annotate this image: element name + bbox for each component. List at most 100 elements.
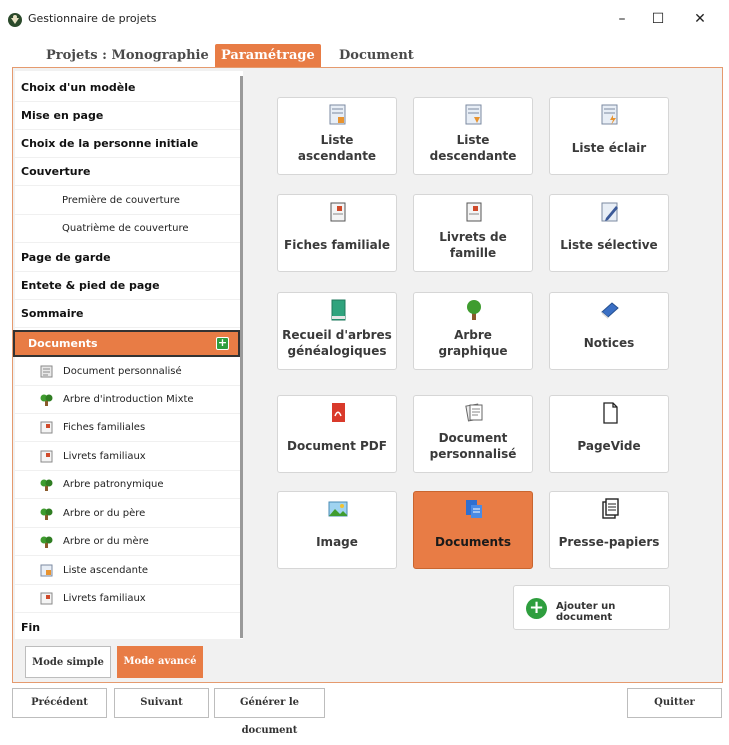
card-liste-eclair[interactable]: Liste éclair xyxy=(549,97,669,175)
card-label: Liste éclair xyxy=(571,141,647,155)
card-document-pdf[interactable]: Document PDF xyxy=(277,395,397,473)
card-liste-ascendante[interactable]: Liste ascendante xyxy=(277,97,397,175)
sidebar-item-arbre-intro-mixte[interactable]: Arbre d'introduction Mixte xyxy=(15,386,240,414)
list-icon xyxy=(40,564,53,577)
sidebar-item-couverture[interactable]: Couverture xyxy=(15,158,240,186)
sidebar-item-label: Arbre or du père xyxy=(63,508,146,519)
sidebar-item-documents[interactable]: Documents + xyxy=(13,330,240,357)
card-image[interactable]: Image xyxy=(277,491,397,569)
sidebar-item-choix-modele[interactable]: Choix d'un modèle xyxy=(15,74,240,102)
title-bar: Gestionnaire de projets – ☐ ✕ xyxy=(0,0,729,40)
minimize-button[interactable]: – xyxy=(604,6,640,32)
sidebar-item-label: Documents xyxy=(28,337,98,350)
card-notices[interactable]: Notices xyxy=(549,292,669,370)
sidebar-item-livrets-familiaux[interactable]: Livrets familiaux xyxy=(15,443,240,471)
sidebar-item-liste-ascendante[interactable]: Liste ascendante xyxy=(15,557,240,585)
card-liste-descendante[interactable]: Liste descendante xyxy=(413,97,533,175)
sidebar-item-fin[interactable]: Fin xyxy=(15,614,240,639)
card-label: Arbre graphique xyxy=(438,328,508,358)
maximize-button[interactable]: ☐ xyxy=(640,6,676,32)
family-book-icon xyxy=(466,202,482,222)
add-icon[interactable]: + xyxy=(216,337,229,350)
card-presse-papiers[interactable]: Presse-papiers xyxy=(549,491,669,569)
card-document-personnalise[interactable]: Document personnalisé xyxy=(413,395,533,473)
card-label: Presse-papiers xyxy=(558,535,660,549)
card-label: Fiches familiale xyxy=(284,238,390,252)
card-label: Liste descendante xyxy=(429,133,517,163)
card-pagevide[interactable]: PageVide xyxy=(549,395,669,473)
sidebar-item-fiches-familiales[interactable]: Fiches familiales xyxy=(15,414,240,442)
card-livrets-de-famille[interactable]: Livrets de famille xyxy=(413,194,533,272)
documents-icon xyxy=(466,500,482,518)
family-sheet-icon xyxy=(40,421,53,434)
sidebar-item-label: Liste ascendante xyxy=(63,565,149,576)
sidebar-item-document-personnalise[interactable]: Document personnalisé xyxy=(15,358,240,386)
plus-circle-icon: + xyxy=(526,598,547,619)
sidebar-item-arbre-or-mere[interactable]: Arbre or du mère xyxy=(15,528,240,556)
tree-icon xyxy=(40,536,53,548)
tab-document[interactable]: Document xyxy=(333,44,420,68)
tree-icon xyxy=(40,479,53,491)
sidebar-item-label: Document personnalisé xyxy=(63,366,182,377)
blue-book-icon xyxy=(601,302,619,319)
sidebar-item-mise-en-page[interactable]: Mise en page xyxy=(15,102,240,130)
card-label: Notices xyxy=(583,336,635,350)
green-book-icon xyxy=(331,299,346,321)
blank-page-icon xyxy=(603,402,618,424)
mode-avance-button[interactable]: Mode avancé xyxy=(117,646,203,678)
tree-icon xyxy=(40,394,53,406)
previous-button[interactable]: Précédent xyxy=(12,688,107,718)
card-label: Documents xyxy=(435,535,511,549)
card-label: Image xyxy=(316,535,358,549)
family-book-icon xyxy=(40,592,53,605)
sidebar-item-page-de-garde[interactable]: Page de garde xyxy=(15,244,240,272)
tree-icon xyxy=(40,508,53,520)
card-label: Liste ascendante xyxy=(297,133,377,163)
card-documents[interactable]: Documents xyxy=(413,491,533,569)
sidebar-item-arbre-or-pere[interactable]: Arbre or du père xyxy=(15,500,240,528)
app-logo-icon xyxy=(8,13,22,27)
add-document-label: Ajouter un document xyxy=(556,601,616,623)
card-label: Livrets de famille xyxy=(439,230,507,260)
add-document-button[interactable]: + Ajouter un document xyxy=(513,585,670,630)
clipboard-icon xyxy=(602,498,619,519)
next-button[interactable]: Suivant xyxy=(114,688,209,718)
generate-document-button[interactable]: Générer le document xyxy=(214,688,325,736)
flash-list-icon xyxy=(601,104,618,125)
sidebar-item-entete-pied[interactable]: Entete & pied de page xyxy=(15,272,240,300)
sidebar-item-quatrieme-couverture[interactable]: Quatrième de couverture xyxy=(15,215,240,243)
card-fiches-familiale[interactable]: Fiches familiale xyxy=(277,194,397,272)
window-title: Gestionnaire de projets xyxy=(28,12,157,25)
sidebar-item-arbre-patronymique[interactable]: Arbre patronymique xyxy=(15,471,240,499)
sidebar-item-personne-initiale[interactable]: Choix de la personne initiale xyxy=(15,130,240,158)
sidebar-item-label: Arbre patronymique xyxy=(63,479,164,490)
sidebar-item-label: Fiches familiales xyxy=(63,422,146,433)
family-sheet-icon xyxy=(330,202,346,222)
sidebar-item-sommaire[interactable]: Sommaire xyxy=(15,300,240,328)
sidebar-scrollbar[interactable] xyxy=(240,76,243,638)
card-label: Liste sélective xyxy=(560,238,658,252)
image-icon xyxy=(328,501,348,517)
card-arbre-graphique[interactable]: Arbre graphique xyxy=(413,292,533,370)
quit-button[interactable]: Quitter xyxy=(627,688,722,718)
tab-projets[interactable]: Projets : Monographie xyxy=(40,44,215,68)
sidebar-item-premiere-couverture[interactable]: Première de couverture xyxy=(15,187,240,215)
family-book-icon xyxy=(40,450,53,463)
close-button[interactable]: ✕ xyxy=(682,6,718,32)
card-recueil-arbres[interactable]: Recueil d'arbres généalogiques xyxy=(277,292,397,370)
ascending-list-icon xyxy=(329,104,346,125)
custom-document-icon xyxy=(465,403,483,422)
document-icon xyxy=(40,365,53,378)
descending-list-icon xyxy=(465,104,482,125)
sidebar-item-label: Arbre d'introduction Mixte xyxy=(63,394,194,405)
sidebar-item-label: Livrets familiaux xyxy=(63,593,146,604)
mode-simple-button[interactable]: Mode simple xyxy=(25,646,111,678)
card-label: PageVide xyxy=(577,439,641,453)
card-label: Document PDF xyxy=(287,439,387,453)
sidebar-item-label: Livrets familiaux xyxy=(63,451,146,462)
tab-parametrage[interactable]: Paramétrage xyxy=(215,44,321,68)
card-liste-selective[interactable]: Liste sélective xyxy=(549,194,669,272)
tree-icon xyxy=(467,300,481,320)
sidebar-item-livrets-familiaux-2[interactable]: Livrets familiaux xyxy=(15,585,240,613)
card-label: Recueil d'arbres généalogiques xyxy=(282,328,392,358)
